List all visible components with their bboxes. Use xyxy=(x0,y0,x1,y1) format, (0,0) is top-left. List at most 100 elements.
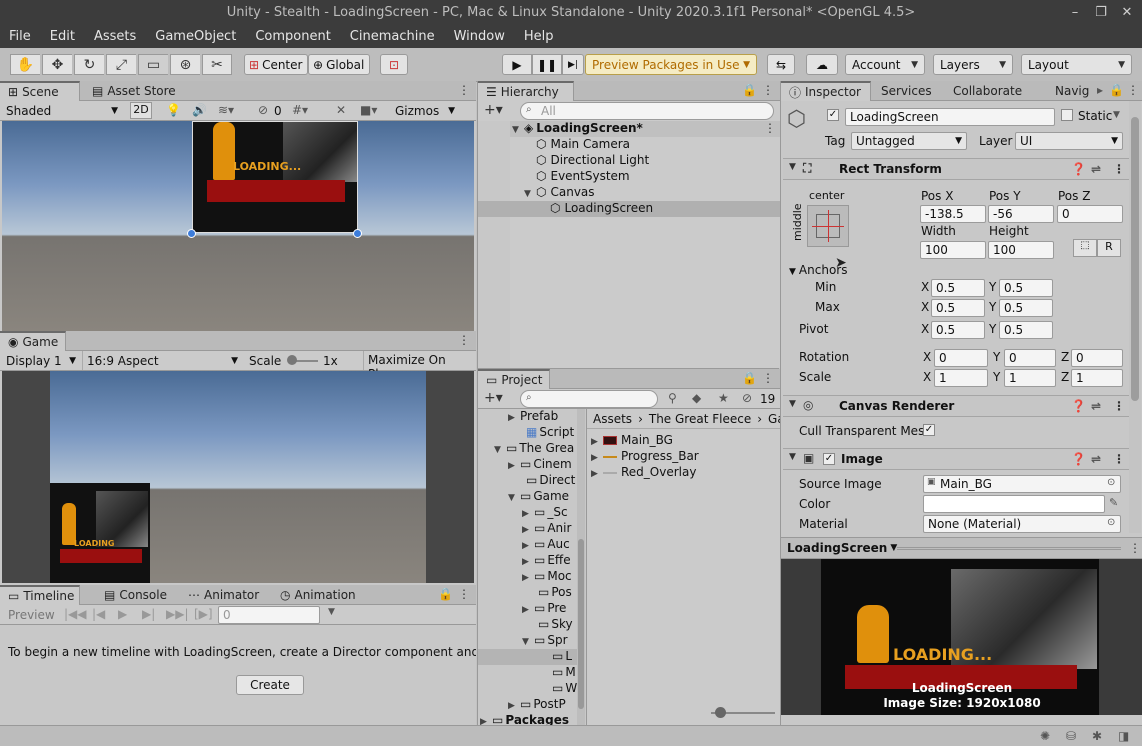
active-checkbox[interactable]: ✓ xyxy=(827,109,839,121)
hidden-objects-icon[interactable]: ⊘ xyxy=(258,103,268,117)
prev-frame-icon[interactable]: |◀ xyxy=(92,607,105,621)
hierarchy-item-loadingscreen[interactable]: ⬡ LoadingScreen xyxy=(478,201,780,217)
folder-item[interactable]: ▶ ▭ _Sc xyxy=(522,505,568,519)
tab-game[interactable]: ◉ Game xyxy=(0,331,66,351)
add-icon[interactable]: +▾ xyxy=(484,390,503,406)
folder-item[interactable]: ▶ ▭ Pre xyxy=(522,601,566,615)
source-image-field[interactable]: Main_BG xyxy=(923,475,1121,493)
anchor-presets-button[interactable] xyxy=(807,205,849,247)
menu-assets[interactable]: Assets xyxy=(85,29,146,44)
loop-icon[interactable]: [▶] xyxy=(194,607,213,621)
hierarchy-item-canvas[interactable]: ▼ ⬡ Canvas xyxy=(524,185,595,199)
pivot-x-field[interactable]: 0.5 xyxy=(931,321,985,339)
folder-item[interactable]: ▼ ▭ Game xyxy=(508,489,569,503)
chevron-down-icon[interactable]: ▼ xyxy=(1113,110,1120,120)
tab-animation[interactable]: ◷ Animation xyxy=(272,585,364,605)
rect-tool-icon[interactable]: ▭ xyxy=(138,54,168,75)
chevron-down-icon[interactable]: ▼ xyxy=(328,607,335,617)
audio-icon[interactable]: 🔊 xyxy=(192,103,207,117)
folder-item[interactable]: ▭ W xyxy=(552,681,577,695)
pivot-center-button[interactable]: ⊞ Center xyxy=(244,54,308,75)
layers-dropdown[interactable]: Layers ▼ xyxy=(933,54,1013,75)
create-button[interactable]: Create xyxy=(236,675,304,695)
folder-item[interactable]: ▶ ▭ Effe xyxy=(522,553,571,567)
object-name-field[interactable]: LoadingScreen xyxy=(845,108,1055,126)
rotation-x-field[interactable]: 0 xyxy=(934,349,988,367)
scene-view[interactable]: LOADING... xyxy=(2,121,474,331)
lock-icon[interactable]: 🔒 xyxy=(742,83,757,97)
scrollbar-thumb[interactable] xyxy=(578,539,584,709)
breadcrumb-the-great-fleece[interactable]: The Great Fleece xyxy=(649,412,751,426)
help-icon[interactable]: ❓ xyxy=(1071,162,1086,176)
tab-animator[interactable]: ⋯ Animator xyxy=(180,585,267,605)
rotate-tool-icon[interactable]: ↻ xyxy=(74,54,104,75)
lock-icon[interactable]: 🔒 xyxy=(438,587,453,601)
kebab-icon[interactable]: ⋮ xyxy=(762,371,774,385)
pause-button[interactable]: ❚❚ xyxy=(532,54,562,75)
effects-icon[interactable]: ≋▾ xyxy=(218,103,234,117)
asset-item-main-bg[interactable]: ▶ Main_BG xyxy=(591,433,673,447)
scrollbar-thumb[interactable] xyxy=(1131,117,1139,401)
breadcrumb-assets[interactable]: Assets xyxy=(593,412,632,426)
global-button[interactable]: ⊕ Global xyxy=(308,54,370,75)
material-field[interactable]: None (Material) xyxy=(923,515,1121,533)
game-view[interactable]: LOADING xyxy=(2,371,474,583)
color-swatch[interactable] xyxy=(923,495,1105,513)
folder-item[interactable]: ▶ ▭ Auc xyxy=(522,537,570,551)
help-icon[interactable]: ❓ xyxy=(1071,452,1086,466)
inspector-scrollbar[interactable] xyxy=(1129,101,1141,533)
minimize-icon[interactable]: – xyxy=(1062,0,1088,24)
layout-dropdown[interactable]: Layout ▼ xyxy=(1021,54,1132,75)
kebab-icon[interactable]: ⋮ xyxy=(1129,541,1141,555)
last-frame-icon[interactable]: ▶▶| xyxy=(166,607,189,621)
add-icon[interactable]: +▾ xyxy=(484,102,503,118)
menu-cinemachine[interactable]: Cinemachine xyxy=(341,29,445,44)
maximize-on-play-toggle[interactable]: Maximize On Play xyxy=(363,351,475,381)
menu-file[interactable]: File xyxy=(0,29,41,44)
tab-console[interactable]: ▤ Console xyxy=(96,585,175,605)
folder-item[interactable]: ▭ Pos xyxy=(538,585,572,599)
folder-item[interactable]: ▦ Script xyxy=(526,425,574,439)
maximize-icon[interactable]: ❐ xyxy=(1088,0,1114,24)
menu-edit[interactable]: Edit xyxy=(41,29,85,44)
tag-dropdown[interactable]: Untagged ▼ xyxy=(851,132,967,150)
preset-icon[interactable]: ⇌ xyxy=(1091,399,1101,413)
cache-server-icon[interactable]: ⛁ xyxy=(1066,729,1076,743)
rect-handle[interactable] xyxy=(353,229,362,238)
collab-icon[interactable]: ⇆ xyxy=(767,54,795,75)
folder-item[interactable]: ▭ Direct xyxy=(526,473,575,487)
asset-item-progress-bar[interactable]: ▶ Progress_Bar xyxy=(591,449,699,463)
folder-item[interactable]: ▼ ▭ Spr xyxy=(522,633,568,647)
object-picker-icon[interactable]: ⊙ xyxy=(1107,477,1115,488)
preview-packages-dropdown[interactable]: Preview Packages in Use ▼ xyxy=(585,54,757,75)
2d-toggle[interactable]: 2D xyxy=(130,102,152,119)
frame-field[interactable]: 0 xyxy=(218,606,320,624)
raw-edit-button[interactable]: R xyxy=(1097,239,1121,257)
move-tool-icon[interactable]: ✥ xyxy=(42,54,72,75)
debug-mode-icon[interactable]: ✱ xyxy=(1092,729,1102,743)
help-icon[interactable]: ❓ xyxy=(1071,399,1086,413)
loading-screen-image[interactable]: LOADING... xyxy=(192,121,358,233)
menu-help[interactable]: Help xyxy=(515,29,564,44)
kebab-icon[interactable]: ⋮ xyxy=(458,333,470,347)
notification-icon[interactable]: ◨ xyxy=(1118,729,1129,743)
preset-icon[interactable]: ⇌ xyxy=(1091,162,1101,176)
display-dropdown[interactable]: Display 1 ▼ xyxy=(2,351,80,370)
tab-collaborate[interactable]: Collaborate xyxy=(945,81,1030,101)
cull-transparent-checkbox[interactable]: ✓ xyxy=(923,424,935,436)
rotation-z-field[interactable]: 0 xyxy=(1071,349,1123,367)
rotation-y-field[interactable]: 0 xyxy=(1004,349,1056,367)
hierarchy-item-main-camera[interactable]: ⬡ Main Camera xyxy=(536,137,630,151)
menu-gameobject[interactable]: GameObject xyxy=(146,29,246,44)
eyedropper-icon[interactable]: ✎ xyxy=(1109,496,1118,509)
canvas-renderer-header[interactable]: ▼ ◎ Canvas Renderer ❓ ⇌ ⋮ xyxy=(783,395,1129,417)
grid-toggle-icon[interactable]: #▾ xyxy=(292,103,308,117)
folder-item[interactable]: ▼ ▭ The Grea xyxy=(494,441,574,455)
menu-component[interactable]: Component xyxy=(246,29,340,44)
layer-dropdown[interactable]: UI ▼ xyxy=(1015,132,1123,150)
light-icon[interactable]: 💡 xyxy=(166,103,181,117)
cloud-icon[interactable]: ☁ xyxy=(806,54,838,75)
height-field[interactable]: 100 xyxy=(988,241,1054,259)
folder-item[interactable]: ▶ ▭ Moc xyxy=(522,569,572,583)
first-frame-icon[interactable]: |◀◀ xyxy=(64,607,87,621)
